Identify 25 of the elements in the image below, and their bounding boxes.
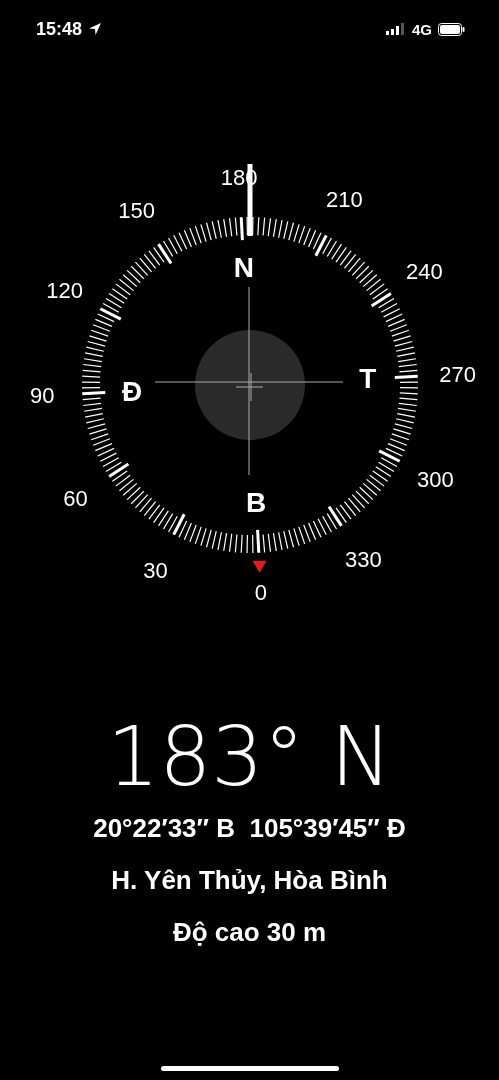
degree-label: 150: [118, 198, 156, 224]
coordinates-text: 20°22′33″ B 105°39′45″ Đ: [93, 812, 406, 845]
degree-label: 30: [143, 557, 168, 583]
degree-label: 300: [416, 466, 454, 492]
cardinal-label: B: [246, 487, 267, 519]
battery-icon: [438, 22, 465, 36]
degree-label: 330: [344, 546, 382, 572]
degree-label: 60: [63, 485, 88, 511]
location-text: H. Yên Thủy, Hòa Bình: [111, 864, 388, 897]
degree-label: 240: [406, 259, 443, 285]
degree-label: 0: [254, 580, 267, 606]
status-time: 15:48: [36, 18, 83, 40]
altitude-text: Độ cao 30 m: [172, 916, 327, 949]
degree-label: 270: [439, 361, 477, 387]
cardinal-label: Đ: [122, 375, 143, 407]
cardinal-label: T: [359, 363, 377, 395]
north-marker: [252, 560, 267, 573]
location-arrow-icon: [88, 22, 103, 36]
signal-icon: [386, 23, 406, 35]
degree-label: 90: [30, 383, 55, 409]
cardinal-label: N: [233, 251, 254, 283]
degree-label: 120: [46, 278, 84, 304]
network-label: 4G: [412, 20, 432, 38]
degree-label: 210: [326, 187, 363, 213]
heading-readout: 183° N: [107, 712, 392, 802]
